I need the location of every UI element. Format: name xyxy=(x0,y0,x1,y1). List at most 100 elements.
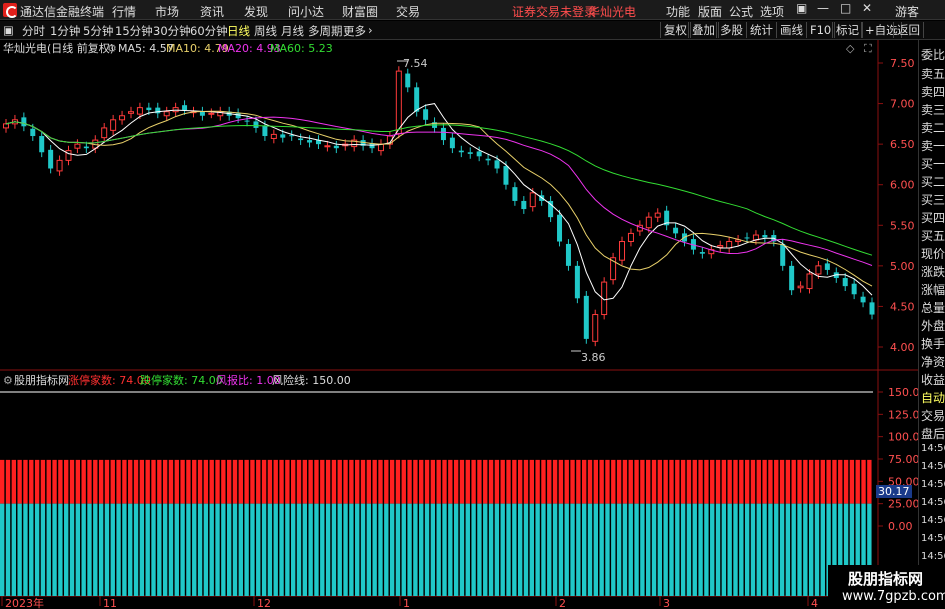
period-tab-15min[interactable]: 15分钟 xyxy=(115,23,153,39)
sidebar-item[interactable]: 卖二 xyxy=(921,119,945,136)
sidebar-item[interactable]: 换手 xyxy=(921,335,945,352)
menu-item-discover[interactable]: 发现 xyxy=(244,3,268,20)
menu-item-formula[interactable]: 公式 xyxy=(729,3,753,20)
indicator-bar-up xyxy=(552,459,558,504)
period-tab-more[interactable]: 更多 xyxy=(343,23,366,39)
menu-item-layout[interactable]: 版面 xyxy=(698,3,722,20)
sidebar-item[interactable]: 总量 xyxy=(921,299,945,316)
period-tab-5min[interactable]: 5分钟 xyxy=(83,23,113,39)
indicator-bar-up xyxy=(261,459,267,504)
ma60-label: MA60: 5.23 xyxy=(270,42,333,55)
indicator-bar-down xyxy=(523,503,529,596)
sidebar-item[interactable]: 涨幅 xyxy=(921,281,945,298)
sidebar-item[interactable]: 买四 xyxy=(921,209,945,226)
indicator-bar-up xyxy=(535,459,540,504)
period-tab-30min[interactable]: 30分钟 xyxy=(153,23,191,39)
indicator-bar-up xyxy=(547,459,552,504)
menu-item-ask[interactable]: 问小达 xyxy=(288,3,324,20)
menu-item-wealth[interactable]: 财富圈 xyxy=(342,3,378,20)
candle-body xyxy=(208,112,215,115)
period-tab-1min[interactable]: 1分钟 xyxy=(50,23,80,39)
menu-item-options[interactable]: 选项 xyxy=(760,3,784,20)
ma10-line xyxy=(5,110,873,287)
sidebar-item[interactable]: 涨跌 xyxy=(921,263,945,280)
period-tab-60min[interactable]: 60分钟 xyxy=(190,23,228,39)
indicator-bar-down xyxy=(0,503,5,596)
sidebar-item[interactable]: 买三 xyxy=(921,191,945,208)
candle-body xyxy=(583,295,589,339)
stats-button[interactable]: 统计 xyxy=(746,22,777,38)
sidebar-item[interactable]: 卖一 xyxy=(921,137,945,154)
sidebar-item[interactable]: 14:56 xyxy=(921,533,945,544)
indicator-bar-up xyxy=(599,459,604,504)
menu-item-function[interactable]: 功能 xyxy=(666,3,690,20)
more-chevron-icon[interactable]: › xyxy=(368,23,373,37)
indicator-bar-up xyxy=(145,459,150,504)
sidebar-item[interactable]: 14:56 xyxy=(921,479,945,490)
sidebar-item[interactable]: 委比 xyxy=(921,46,945,63)
indicator-bar-up xyxy=(104,459,110,504)
sidebar-item[interactable]: 卖三 xyxy=(921,101,945,118)
high-annotation: 7.54 xyxy=(397,57,428,70)
sidebar-item[interactable]: 卖五 xyxy=(921,65,945,82)
period-tab-intraday[interactable]: 分时 xyxy=(22,23,45,39)
candle-body xyxy=(627,232,634,243)
indicator-bar-up xyxy=(133,459,139,504)
skin-icon[interactable]: ▣ xyxy=(796,1,807,15)
period-tab-multi[interactable]: 多周期 xyxy=(308,23,343,39)
sidebar-item[interactable]: 14:56 xyxy=(921,515,945,526)
menu-item-market[interactable]: 市场 xyxy=(155,3,179,20)
sidebar-item[interactable]: 自动 xyxy=(921,389,945,406)
draw-line-button[interactable]: 画线 xyxy=(776,22,807,38)
ma-toggle-icon[interactable]: ⚙ xyxy=(107,42,117,55)
sidebar-item[interactable]: 买一 xyxy=(921,155,945,172)
expand-icon[interactable]: ⛶ xyxy=(864,42,872,55)
period-tab-weekly[interactable]: 周线 xyxy=(254,23,277,39)
menu-item-trade[interactable]: 交易 xyxy=(396,3,420,20)
login-status[interactable]: 证券交易未登录 xyxy=(512,3,596,20)
sidebar-item[interactable]: 现价 xyxy=(921,245,945,262)
menu-item-news[interactable]: 资讯 xyxy=(200,3,224,20)
indicator-bar-down xyxy=(611,503,616,596)
indicator-bar-up xyxy=(500,459,505,504)
overlay-button[interactable]: 叠加 xyxy=(688,22,719,38)
guest-user[interactable]: 游客 xyxy=(895,3,919,20)
indicator-bar-down xyxy=(483,503,488,596)
candle-body xyxy=(512,187,518,201)
candle-body xyxy=(146,107,152,111)
indicator-bar-up xyxy=(727,459,732,504)
sidebar-item[interactable]: 收益 xyxy=(921,371,945,388)
period-tab-daily[interactable]: 日线 xyxy=(227,23,250,39)
sidebar-item[interactable]: 买二 xyxy=(921,173,945,190)
restore-icon[interactable]: □ xyxy=(840,1,851,15)
period-tab-monthly[interactable]: 月线 xyxy=(281,23,304,39)
menu-item-quotes[interactable]: 行情 xyxy=(112,3,136,20)
sidebar-item[interactable]: 买五 xyxy=(921,227,945,244)
f10-button[interactable]: F10 xyxy=(806,22,836,38)
close-icon[interactable]: ✕ xyxy=(862,1,872,15)
indicator-bar-up xyxy=(430,459,436,504)
minimize-icon[interactable]: — xyxy=(817,1,829,15)
sidebar-item[interactable]: 14:56 xyxy=(921,443,945,454)
settings-icon[interactable]: ◇ xyxy=(846,42,855,55)
back-button[interactable]: 返回 xyxy=(893,22,924,38)
sidebar-item[interactable]: 14:56 xyxy=(921,497,945,508)
multi-stock-button[interactable]: 多股 xyxy=(716,22,747,38)
chart-area[interactable]: 华灿光电(日线 前复权) ⚙ MA5: 4.57 MA10: 4.79 MA20… xyxy=(0,40,918,609)
app-logo-icon xyxy=(3,3,18,18)
sidebar-item[interactable]: 外盘 xyxy=(921,317,945,334)
indicator-bar-up xyxy=(116,459,121,504)
mark-button[interactable]: 标记 xyxy=(832,22,863,38)
sidebar-item[interactable]: 交易 xyxy=(921,407,945,424)
price-tick-label: 7.00 xyxy=(890,98,915,111)
collapse-icon[interactable]: ▣ xyxy=(3,23,14,37)
sidebar-item[interactable]: 卖四 xyxy=(921,83,945,100)
sidebar-item[interactable]: 净资 xyxy=(921,353,945,370)
sidebar-item[interactable]: 盘后 xyxy=(921,425,945,442)
sidebar-item[interactable]: 14:56 xyxy=(921,461,945,472)
indicator-bar-down xyxy=(715,503,721,596)
indicator-toggle-icon[interactable]: ⚙ xyxy=(3,374,13,387)
indicator-bar-down xyxy=(349,503,354,596)
sidebar-item[interactable]: 14:56 xyxy=(921,551,945,562)
adjust-button[interactable]: 复权 xyxy=(660,22,691,38)
